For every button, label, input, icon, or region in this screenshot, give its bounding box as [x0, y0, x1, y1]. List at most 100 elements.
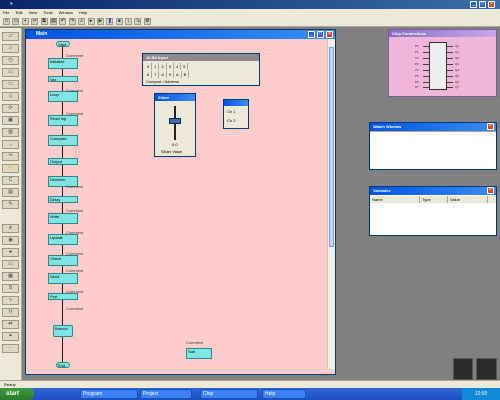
tool-misc-icon[interactable]: ✦: [2, 332, 19, 341]
flow-block[interactable]: Initialize: [48, 58, 78, 69]
flow-end[interactable]: End: [56, 362, 70, 368]
step-over-icon[interactable]: ↘: [134, 18, 142, 25]
flow-block[interactable]: Update: [48, 234, 78, 245]
bit-cell[interactable]: A: [173, 71, 182, 78]
tool-input-icon[interactable]: ▱: [2, 32, 19, 41]
compile-icon[interactable]: ▸: [87, 18, 95, 25]
variables-col-name[interactable]: Name: [370, 196, 420, 203]
chip-pin: [423, 76, 429, 77]
variables-col-value[interactable]: Value: [448, 196, 488, 203]
watch-close-icon[interactable]: ×: [487, 123, 494, 130]
tool-loop-icon[interactable]: ⟳: [2, 104, 19, 113]
tool-adc-icon[interactable]: ∿: [2, 296, 19, 305]
step-icon[interactable]: ↓: [125, 18, 133, 25]
taskbar: start Program Project Chip Help 12:00: [0, 388, 500, 400]
zoom-icon[interactable]: ⌕: [78, 18, 86, 25]
tool-string-icon[interactable]: ▭: [2, 80, 19, 89]
flow-decision[interactable]: Branch: [53, 325, 73, 337]
menu-help[interactable]: Help: [79, 10, 87, 15]
tool-decision-icon[interactable]: ◇: [2, 92, 19, 101]
run-icon[interactable]: ▶: [96, 18, 104, 25]
bit-cell[interactable]: 3: [166, 63, 174, 70]
bit-cell[interactable]: B: [181, 71, 190, 78]
bit-cell[interactable]: 8: [159, 71, 167, 78]
cut-icon[interactable]: ✂: [31, 18, 39, 25]
tool-component-icon[interactable]: ▥: [2, 128, 19, 137]
flow-block[interactable]: Output: [48, 158, 78, 165]
channel-item[interactable]: Ch 2: [227, 118, 235, 123]
bit-cell[interactable]: 7: [152, 71, 160, 78]
tool-switch-icon[interactable]: ⋔: [2, 224, 19, 233]
channel-item[interactable]: Ch 1: [227, 109, 235, 114]
tool-comment-icon[interactable]: ✎: [2, 200, 19, 209]
tool-calc-icon[interactable]: ▭: [2, 68, 19, 77]
variables-col-type[interactable]: Type: [420, 196, 448, 203]
chip-body[interactable]: [429, 42, 447, 90]
tool-lcd-icon[interactable]: ▭: [2, 260, 19, 269]
close-icon[interactable]: ×: [488, 1, 495, 8]
menu-edit[interactable]: Edit: [16, 10, 23, 15]
menu-file[interactable]: File: [3, 10, 9, 15]
tool-asm-icon[interactable]: ▤: [2, 188, 19, 197]
slider-thumb[interactable]: [169, 118, 181, 124]
vertical-scrollbar[interactable]: [327, 39, 335, 369]
doc-close-icon[interactable]: ×: [326, 31, 333, 38]
stop-icon[interactable]: ■: [115, 18, 123, 25]
new-icon[interactable]: □: [3, 18, 10, 25]
save-icon[interactable]: ▪: [21, 18, 29, 25]
minimize-icon[interactable]: _: [470, 1, 477, 8]
options-icon[interactable]: ⚙: [143, 18, 151, 25]
tool-connection-icon[interactable]: →: [2, 140, 19, 149]
chip-pin-label: P6: [415, 80, 419, 84]
tool-led-icon[interactable]: ◉: [2, 236, 19, 245]
doc-maximize-icon[interactable]: □: [317, 31, 324, 38]
tool-button-icon[interactable]: ●: [2, 248, 19, 257]
flow-begin[interactable]: Start: [56, 41, 70, 47]
flow-block[interactable]: Delay: [48, 196, 78, 203]
bit-cell[interactable]: 5: [181, 63, 189, 70]
scroll-thumb[interactable]: [329, 47, 334, 247]
tool-delay-icon[interactable]: ◷: [2, 56, 19, 65]
tool-macro-icon[interactable]: ▣: [2, 116, 19, 125]
tool-serial-icon[interactable]: ⇄: [2, 320, 19, 329]
taskbar-button[interactable]: Program: [80, 389, 138, 399]
menu-view[interactable]: View: [29, 10, 38, 15]
variables-close-icon[interactable]: ×: [487, 187, 494, 194]
paste-icon[interactable]: ▤: [49, 18, 57, 25]
bit-cell[interactable]: 1: [152, 63, 160, 70]
tool-goto-icon[interactable]: ↷: [2, 152, 19, 161]
maximize-icon[interactable]: □: [479, 1, 486, 8]
tool-keypad-icon[interactable]: ▦: [2, 272, 19, 281]
flow-block[interactable]: Check: [48, 255, 78, 266]
tool-more-icon[interactable]: ⋯: [2, 344, 19, 353]
bit-cell[interactable]: 6: [145, 71, 153, 78]
bit-cell[interactable]: 2: [159, 63, 167, 70]
start-button[interactable]: start: [0, 388, 34, 400]
bit-cell[interactable]: 9: [166, 71, 174, 78]
flow-block[interactable]: Write: [48, 213, 78, 224]
tool-c-code-icon[interactable]: C: [2, 176, 19, 185]
open-icon[interactable]: ▭: [12, 18, 20, 25]
tool-interrupt-icon[interactable]: ⚡: [2, 164, 19, 173]
bit-cell[interactable]: 4: [173, 63, 182, 70]
tool-output-icon[interactable]: ▱: [2, 44, 19, 53]
flow-block[interactable]: Port: [48, 293, 78, 300]
flow-block[interactable]: Compare: [48, 135, 78, 146]
flow-block[interactable]: Send: [48, 273, 78, 284]
bit-cell[interactable]: 0: [145, 63, 153, 70]
taskbar-button[interactable]: Help: [262, 389, 306, 399]
flow-block[interactable]: Read Inp: [48, 115, 78, 126]
doc-minimize-icon[interactable]: _: [308, 31, 315, 38]
tool-seg-icon[interactable]: 8: [2, 284, 19, 293]
tool-pwm-icon[interactable]: ⊓: [2, 308, 19, 317]
taskbar-button[interactable]: Chip: [200, 389, 258, 399]
flow-block[interactable]: Var: [48, 76, 78, 82]
menu-tools[interactable]: Tools: [43, 10, 52, 15]
menu-window[interactable]: Window: [59, 10, 73, 15]
copy-icon[interactable]: ⧉: [40, 18, 48, 25]
undo-icon[interactable]: ↶: [59, 18, 67, 25]
pause-icon[interactable]: ❚: [106, 18, 114, 25]
flow-block[interactable]: Sub: [186, 348, 212, 359]
taskbar-button[interactable]: Project: [140, 389, 192, 399]
redo-icon[interactable]: ↷: [68, 18, 76, 25]
